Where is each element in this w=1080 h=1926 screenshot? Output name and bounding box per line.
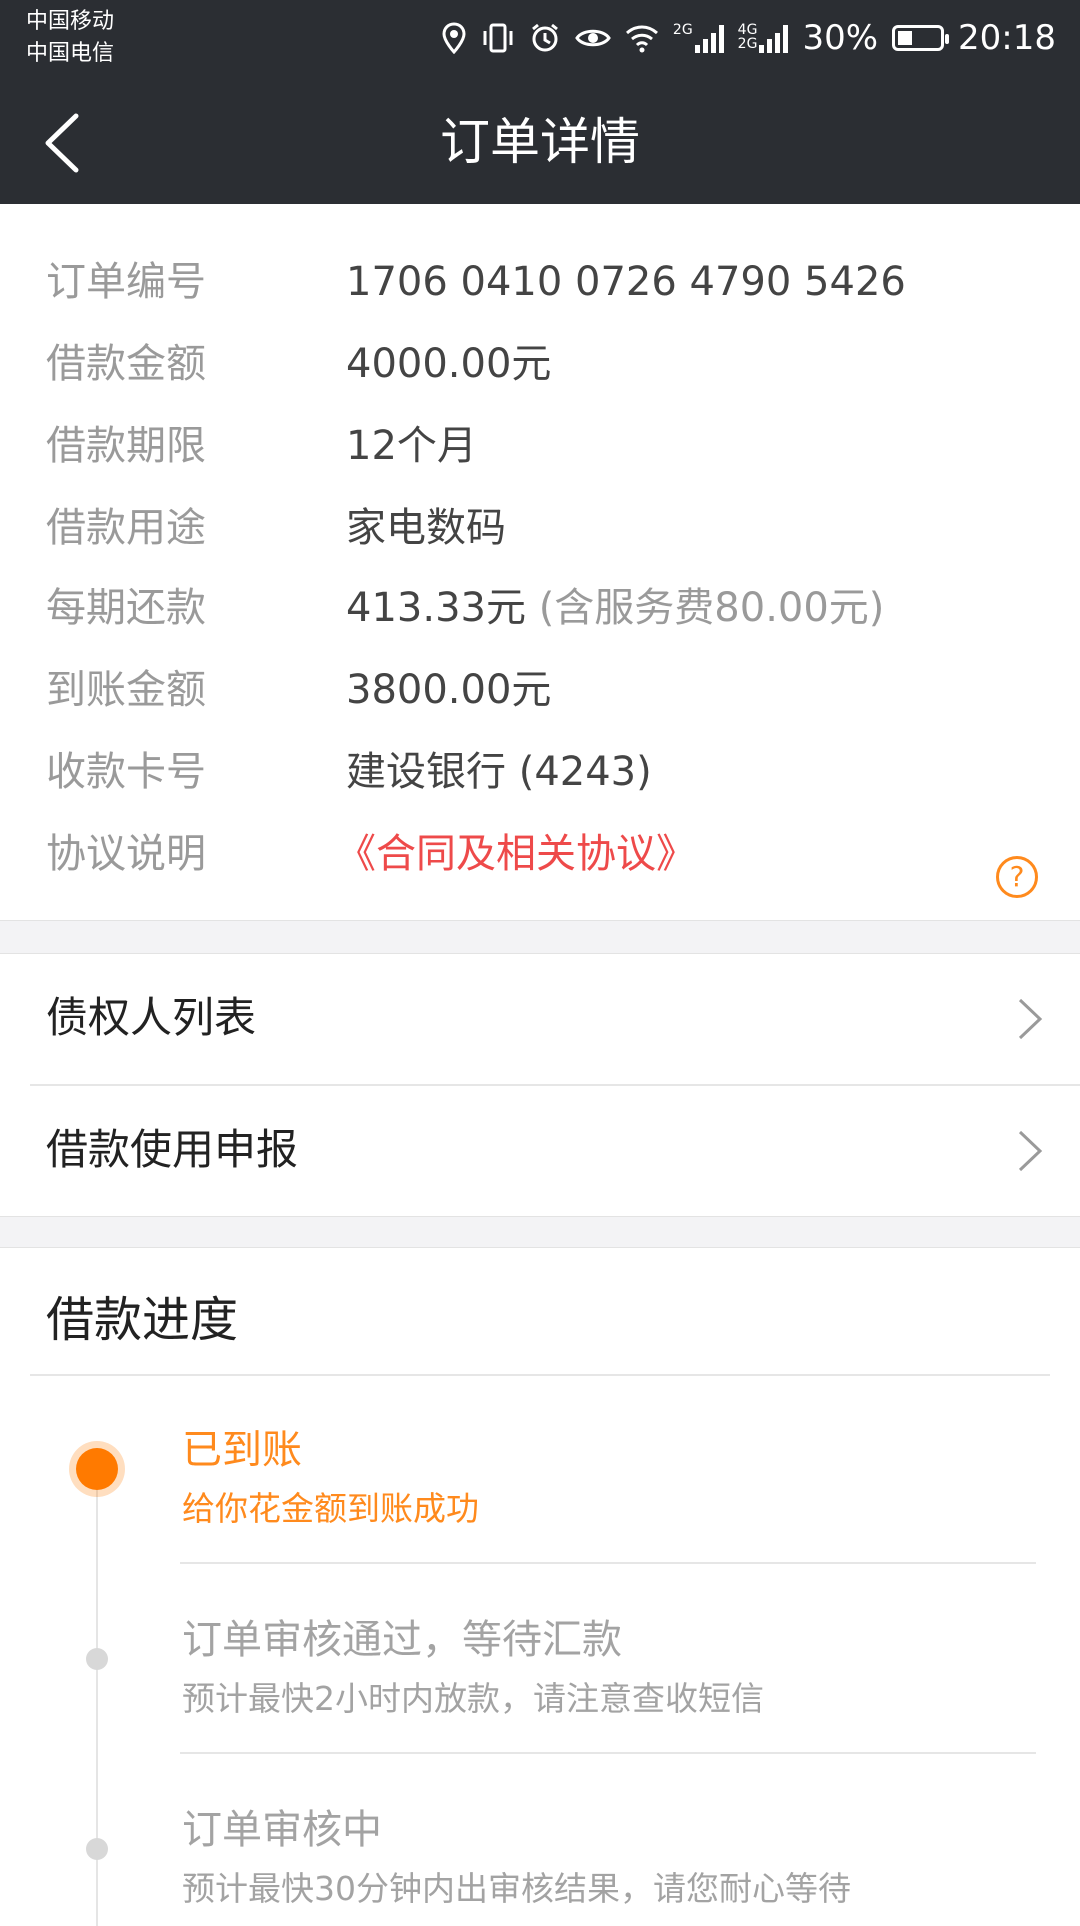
received-amount-row: 到账金额 3800.00元 [46, 660, 1046, 720]
nav-bar: 订单详情 [0, 80, 1080, 204]
network-type-3: 2G [737, 36, 758, 52]
loan-progress-section: 借款进度 已到账 给你花金额到账成功 订单审核通过，等待汇款 预计最快2小时内放… [0, 1248, 1080, 1926]
loan-term-label: 借款期限 [46, 423, 206, 469]
step-1-desc: 给你花金额到账成功 [182, 1489, 479, 1528]
step-2-desc: 预计最快2小时内放款，请注意查收短信 [182, 1679, 764, 1718]
carrier-info: 中国移动 中国电信 [26, 6, 114, 70]
wifi-icon [625, 25, 658, 53]
step-1-title: 已到账 [182, 1427, 302, 1473]
signal-2-icon [759, 23, 789, 53]
eye-icon [575, 29, 611, 47]
loan-purpose-value: 家电数码 [346, 505, 506, 551]
order-number-value: 1706 0410 0726 4790 5426 [346, 259, 906, 305]
installment-row: 每期还款 413.33元 (含服务费80.00元) [46, 578, 1046, 638]
network-type-2: 4G [737, 22, 758, 38]
loan-purpose-label: 借款用途 [46, 505, 206, 551]
battery-percent: 30% [802, 18, 879, 58]
carrier-2: 中国电信 [26, 41, 115, 66]
clock: 20:18 [958, 18, 1056, 58]
vibrate-icon [483, 23, 513, 53]
divider [180, 1562, 1036, 1564]
card-number-label: 收款卡号 [46, 749, 206, 795]
chevron-right-icon [1018, 998, 1043, 1040]
loan-amount-row: 借款金额 4000.00元 [46, 334, 1046, 394]
divider [180, 1752, 1036, 1754]
received-amount-label: 到账金额 [46, 667, 206, 713]
creditors-list-label: 债权人列表 [46, 993, 257, 1042]
card-number-value: 建设银行 (4243) [346, 749, 652, 795]
status-icons: 2G 4G 2G 30% 20:18 [441, 14, 1056, 62]
section-gap [0, 920, 1080, 954]
section-gap [0, 1216, 1080, 1248]
agreement-row: 协议说明 《合同及相关协议》 [46, 824, 1046, 884]
agreement-label: 协议说明 [46, 831, 206, 877]
location-icon [442, 22, 466, 54]
signal-1-icon [694, 23, 724, 53]
installment-value: 413.33元 [346, 585, 526, 631]
network-type-1: 2G [672, 22, 693, 38]
step-dot-active [76, 1448, 118, 1490]
loan-term-row: 借款期限 12个月 [46, 416, 1046, 476]
page-title: 订单详情 [440, 113, 640, 171]
loan-usage-report-row[interactable]: 借款使用申报 [0, 1086, 1080, 1216]
carrier-1: 中国移动 [26, 9, 115, 34]
divider [30, 1374, 1050, 1376]
chevron-right-icon [1018, 1130, 1043, 1172]
step-3-desc: 预计最快30分钟内出审核结果，请您耐心等待 [182, 1869, 851, 1908]
step-dot [86, 1838, 108, 1860]
creditors-list-row[interactable]: 债权人列表 [0, 954, 1080, 1084]
alarm-icon [531, 23, 558, 52]
loan-usage-report-label: 借款使用申报 [46, 1125, 299, 1174]
step-3-title: 订单审核中 [182, 1807, 382, 1853]
order-number-row: 订单编号 1706 0410 0726 4790 5426 [46, 252, 1046, 312]
agreement-link[interactable]: 《合同及相关协议》 [336, 824, 696, 884]
loan-amount-value: 4000.00元 [346, 341, 552, 387]
loan-purpose-row: 借款用途 家电数码 [46, 498, 1046, 558]
battery-icon [892, 25, 950, 51]
progress-title: 借款进度 [46, 1292, 239, 1348]
received-amount-value: 3800.00元 [346, 667, 552, 713]
order-info-section: 订单编号 1706 0410 0726 4790 5426 借款金额 4000.… [0, 204, 1080, 920]
installment-label: 每期还款 [46, 585, 206, 631]
loan-term-value: 12个月 [346, 423, 477, 469]
installment-fee-note: (含服务费80.00元) [538, 585, 885, 631]
step-dot [86, 1648, 108, 1670]
installment-value-group: 413.33元 (含服务费80.00元) [346, 578, 884, 638]
status-bar: 中国移动 中国电信 2G 4G 2G 30% 20:18 [0, 0, 1080, 80]
card-number-row: 收款卡号 建设银行 (4243) [46, 742, 1046, 802]
order-number-label: 订单编号 [46, 259, 206, 305]
step-2-title: 订单审核通过，等待汇款 [182, 1617, 622, 1663]
loan-amount-label: 借款金额 [46, 341, 206, 387]
